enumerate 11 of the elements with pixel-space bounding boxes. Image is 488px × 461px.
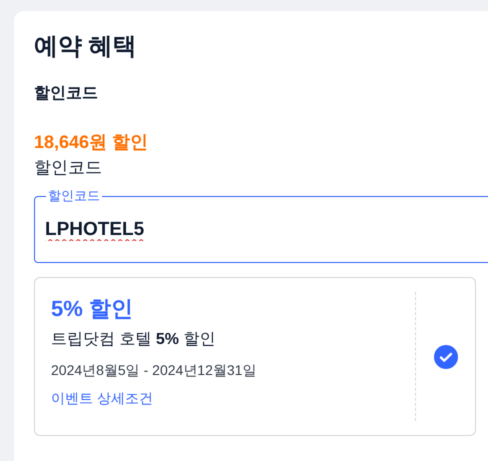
field-caption: 할인코드 [34,157,102,179]
section-heading: 할인코드 [34,84,98,104]
coupon-title: 5% 할인 [51,295,133,323]
section-title: 예약 혜택 [34,32,137,62]
check-icon[interactable] [434,344,458,368]
coupon-card[interactable]: 5% 할인 트립닷컴 호텔 5% 할인 2024년8월5일 - 2024년12월31일 이벤트 상세조건 [34,277,476,436]
discount-amount: 18,646원 할인 [34,131,148,153]
coupon-description: 트립닷컴 호텔 5% 할인 [51,330,216,350]
floating-label: 할인코드 [46,188,102,204]
details-link[interactable]: 이벤트 상세조건 [51,388,153,408]
coupon-period: 2024년8월5일 - 2024년12월31일 [51,361,256,380]
